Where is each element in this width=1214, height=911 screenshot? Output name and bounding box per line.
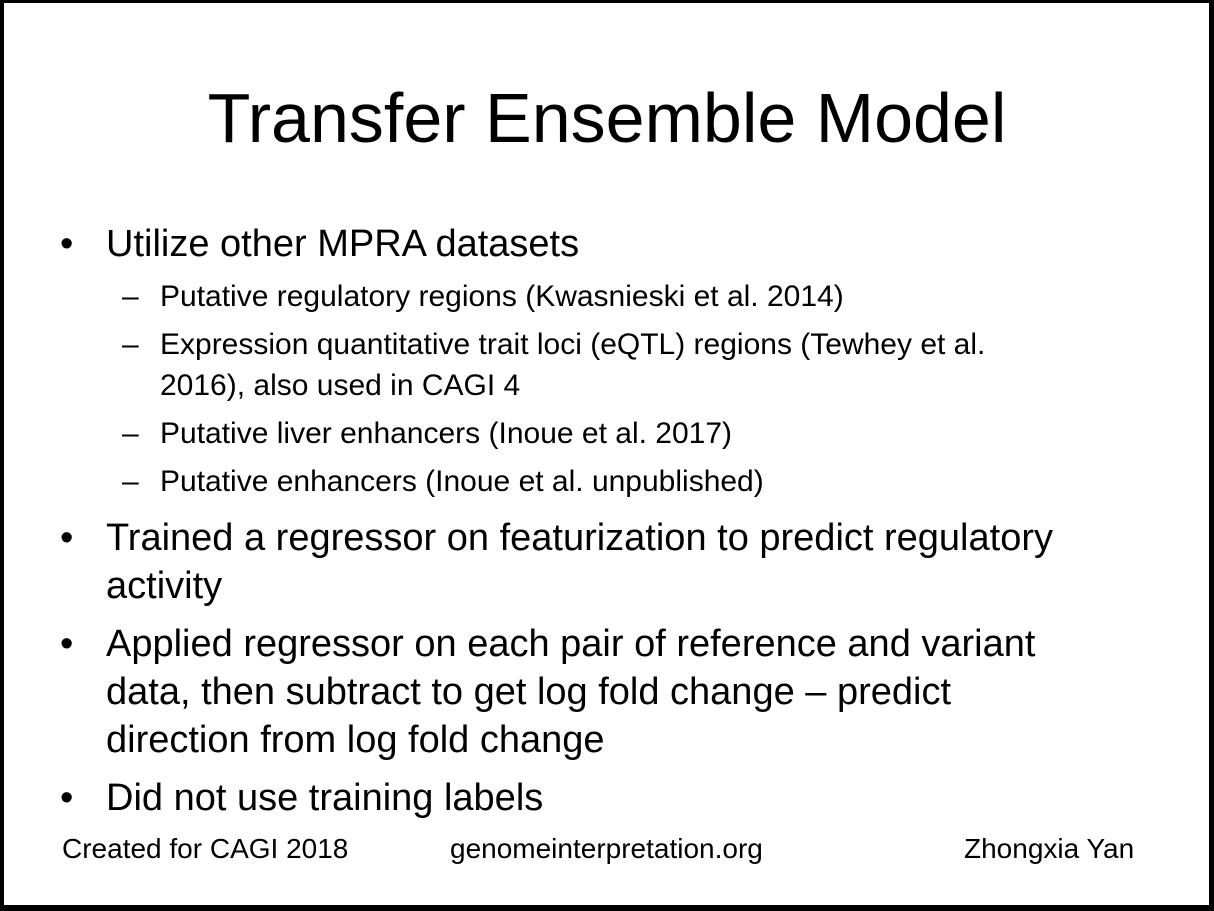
bullet-marker: • — [60, 623, 74, 665]
footer-author: Zhongxia Yan — [964, 833, 1135, 864]
sub-bullet-text: Putative regulatory regions (Kwasnieski … — [160, 280, 844, 313]
bullet-marker: • — [60, 223, 74, 265]
sub-bullet-marker: – — [122, 417, 139, 450]
sub-bullet-text: Putative enhancers (Inoue et al. unpubli… — [160, 465, 764, 498]
sub-bullet-text: Putative liver enhancers (Inoue et al. 2… — [160, 417, 733, 450]
bullet-marker: • — [60, 517, 74, 559]
footer-url: genomeinterpretation.org — [450, 833, 763, 864]
bullet-marker: • — [60, 777, 74, 819]
bullet-text-line1: Trained a regressor on featurization to … — [106, 517, 1053, 559]
sub-bullet-marker: – — [122, 280, 139, 313]
bullet-text: Did not use training labels — [106, 777, 544, 819]
bullet-text-line2: activity — [106, 565, 223, 607]
sub-bullet-marker: – — [122, 465, 139, 498]
bullet-text-line2: data, then subtract to get log fold chan… — [106, 671, 952, 713]
sub-bullet-text-line2: 2016), also used in CAGI 4 — [160, 369, 521, 402]
footer-left: Created for CAGI 2018 — [62, 833, 349, 864]
bullet-list: • Utilize other MPRA datasets – Putative… — [0, 0, 1214, 911]
bullet-text-line3: direction from log fold change — [106, 719, 605, 761]
bullet-text-line1: Applied regressor on each pair of refere… — [106, 623, 1036, 665]
slide: Transfer Ensemble Model • Utilize other … — [0, 0, 1214, 911]
sub-bullet-text-line1: Expression quantitative trait loci (eQTL… — [160, 328, 986, 361]
sub-bullet-marker: – — [122, 328, 139, 361]
bullet-text: Utilize other MPRA datasets — [106, 223, 580, 265]
